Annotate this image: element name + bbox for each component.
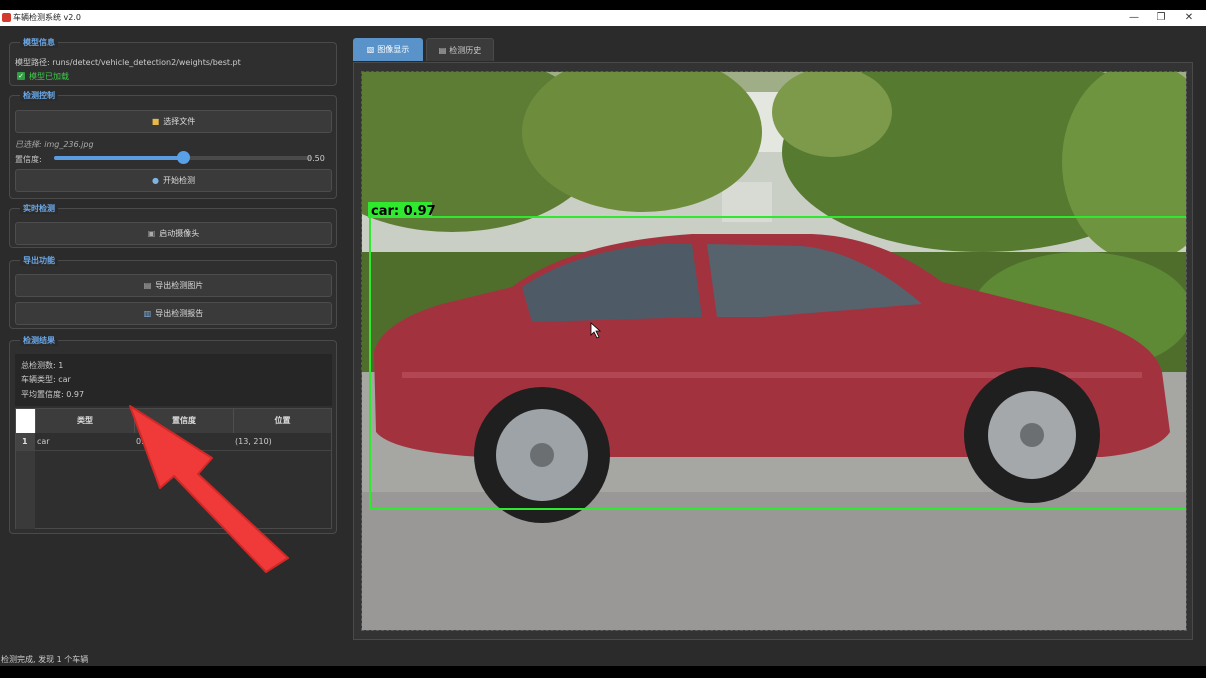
table-corner[interactable] — [16, 409, 35, 433]
confidence-slider-handle[interactable] — [177, 151, 190, 164]
export-title: 导出功能 — [20, 255, 58, 266]
minimize-button[interactable]: — — [1120, 10, 1148, 26]
realtime-title: 实时检测 — [20, 203, 58, 214]
bottom-edge — [0, 666, 1206, 678]
model-info-title: 模型信息 — [20, 37, 58, 48]
window-titlebar: 车辆检测系统 v2.0 — ❐ ✕ — [0, 10, 1206, 26]
model-info-group: 模型信息 模型路径: runs/detect/vehicle_detection… — [9, 37, 337, 86]
confidence-slider[interactable] — [54, 151, 312, 164]
detection-image: car: 0.97 — [361, 71, 1187, 631]
image-display-panel: car: 0.97 — [353, 62, 1193, 640]
confidence-value: 0.50 — [307, 154, 325, 163]
status-text: 检测完成, 发现 1 个车辆 — [1, 655, 89, 664]
chart-icon: ▥ — [143, 309, 152, 318]
start-detection-label: 开始检测 — [162, 176, 195, 185]
car-photo: car: 0.97 — [362, 72, 1186, 630]
camera-icon: ▣ — [147, 229, 156, 238]
model-loaded-text: 模型已加载 — [29, 72, 69, 81]
tab-detection-history-label: 检测历史 — [449, 46, 482, 55]
confidence-slider-fill — [54, 156, 183, 160]
detection-label: car: 0.97 — [371, 204, 436, 219]
close-button[interactable]: ✕ — [1175, 10, 1203, 26]
tab-image-display[interactable]: ▧ 图像显示 — [353, 38, 423, 61]
tab-detection-history[interactable]: ▤ 检测历史 — [426, 38, 494, 61]
export-report-button[interactable]: ▥ 导出检测报告 — [15, 302, 332, 325]
app-icon — [2, 13, 11, 22]
model-path-text: 模型路径: runs/detect/vehicle_detection2/wei… — [15, 58, 241, 67]
maximize-button[interactable]: ❐ — [1147, 10, 1175, 26]
avg-confidence-text: 平均置信度: 0.97 — [21, 390, 85, 399]
history-icon: ▤ — [438, 46, 447, 55]
select-file-label: 选择文件 — [163, 117, 196, 126]
save-icon: ▤ — [143, 281, 152, 290]
image-icon: ▧ — [366, 45, 375, 54]
annotation-arrow — [129, 405, 289, 573]
app-window: 模型信息 模型路径: runs/detect/vehicle_detection… — [0, 26, 1206, 666]
detection-control-title: 检测控制 — [20, 90, 58, 101]
folder-icon: ■ — [151, 117, 160, 126]
window-title: 车辆检测系统 v2.0 — [13, 13, 81, 22]
export-image-button[interactable]: ▤ 导出检测图片 — [15, 274, 332, 297]
search-icon: ● — [152, 176, 159, 185]
status-bar: 检测完成, 发现 1 个车辆 — [0, 652, 1206, 666]
export-image-label: 导出检测图片 — [155, 281, 204, 290]
start-detection-button[interactable]: ● 开始检测 — [15, 169, 332, 192]
vehicle-type-text: 车辆类型: car — [21, 375, 71, 384]
select-file-button[interactable]: ■ 选择文件 — [15, 110, 332, 133]
row-number[interactable]: 1 — [16, 433, 35, 451]
selected-file-text: 已选择: img_236.jpg — [15, 140, 94, 149]
model-loaded-checkbox[interactable]: ✓ — [17, 72, 25, 80]
start-camera-button[interactable]: ▣ 启动摄像头 — [15, 222, 332, 245]
start-camera-label: 启动摄像头 — [159, 229, 200, 238]
detection-control-group: 检测控制 ■ 选择文件 已选择: img_236.jpg 置信度: 0.50 ● 开… — [9, 90, 337, 199]
tab-image-display-label: 图像显示 — [377, 45, 410, 54]
confidence-label: 置信度: — [15, 155, 42, 164]
results-title: 检测结果 — [20, 335, 58, 346]
export-group: 导出功能 ▤ 导出检测图片 ▥ 导出检测报告 — [9, 255, 337, 329]
export-report-label: 导出检测报告 — [155, 309, 204, 318]
realtime-group: 实时检测 ▣ 启动摄像头 — [9, 203, 337, 248]
total-count-text: 总检测数: 1 — [21, 361, 64, 370]
